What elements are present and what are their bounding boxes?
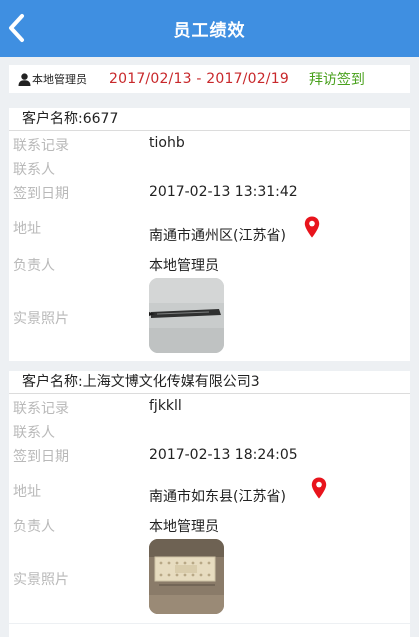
date-range[interactable]: 2017/02/13 - 2017/02/19 (109, 71, 289, 87)
manager-value: 本地管理员 (149, 258, 219, 274)
address-label: 地址 (13, 221, 41, 237)
manager-value: 本地管理员 (149, 519, 219, 535)
site-photo[interactable] (149, 539, 224, 614)
summary-bar: 本地管理员 2017/02/13 - 2017/02/19 拜访签到 (9, 65, 410, 93)
manager-label: 负责人 (13, 258, 55, 274)
summary-user: 本地管理员 (32, 73, 87, 86)
contact-person-label: 联系人 (13, 162, 55, 178)
contact-record-value: tiohb (149, 135, 185, 151)
location-pin-icon[interactable] (304, 216, 320, 238)
address-label: 地址 (13, 484, 41, 500)
contact-person-label: 联系人 (13, 425, 55, 441)
manager-label: 负责人 (13, 519, 55, 535)
chevron-left-icon[interactable] (6, 12, 28, 44)
client-name: 客户名称:6677 (9, 108, 410, 131)
activity-type[interactable]: 拜访签到 (309, 69, 365, 89)
address-value: 南通市通州区(江苏省) (149, 228, 286, 244)
record-card-partial[interactable] (9, 624, 410, 637)
record-card[interactable]: 客户名称:6677 联系记录 tiohb 联系人 签到日期 2017-02-13… (9, 108, 410, 361)
site-photo-image (149, 539, 224, 614)
site-photo-image (149, 278, 224, 353)
user-icon (18, 72, 31, 86)
checkin-date-value: 2017-02-13 18:24:05 (149, 447, 298, 463)
photo-label: 实景照片 (13, 572, 69, 588)
contact-record-label: 联系记录 (13, 138, 69, 154)
page-title: 员工绩效 (173, 21, 246, 41)
checkin-date-value: 2017-02-13 13:31:42 (149, 184, 298, 200)
checkin-date-label: 签到日期 (13, 186, 69, 202)
app-header: 员工绩效 (0, 0, 419, 57)
location-pin-icon[interactable] (311, 477, 327, 499)
contact-record-label: 联系记录 (13, 401, 69, 417)
record-card[interactable]: 客户名称:上海文博文化传媒有限公司3 联系记录 fjkkll 联系人 签到日期 … (9, 371, 410, 623)
checkin-date-label: 签到日期 (13, 449, 69, 465)
photo-label: 实景照片 (13, 311, 69, 327)
address-value: 南通市如东县(江苏省) (149, 489, 286, 505)
site-photo[interactable] (149, 278, 224, 353)
client-name: 客户名称:上海文博文化传媒有限公司3 (9, 371, 410, 394)
contact-record-value: fjkkll (149, 398, 182, 414)
